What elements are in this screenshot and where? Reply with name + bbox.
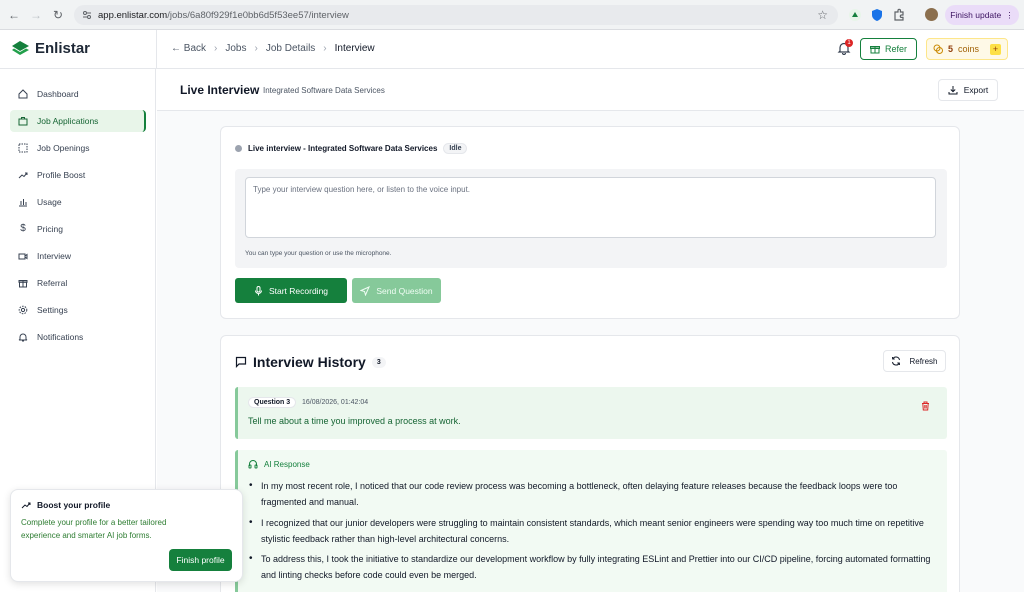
more-vertical-icon: ⋮ [1005, 9, 1014, 20]
boost-text: Complete your profile for a better tailo… [21, 518, 167, 540]
sidebar-item-settings[interactable]: Settings [10, 299, 146, 321]
live-interview-card: Live interview - Integrated Software Dat… [220, 126, 960, 319]
dashed-square-icon [18, 143, 28, 153]
breadcrumb-job-details[interactable]: Job Details [266, 43, 315, 54]
ai-response-entry: AI Response In my most recent role, I no… [235, 450, 947, 592]
interview-history-card: Interview History 3 Refresh Question 3 1… [220, 335, 960, 592]
sidebar-item-referral[interactable]: Referral [10, 272, 146, 294]
sidebar-item-profile-boost[interactable]: Profile Boost [10, 164, 146, 186]
breadcrumb-separator-icon: › [323, 43, 327, 54]
history-title: Interview History 3 [235, 354, 386, 370]
notification-badge: 1 [845, 39, 853, 47]
coins-icon [933, 44, 943, 54]
gift-icon [18, 280, 28, 288]
history-count-badge: 3 [371, 356, 386, 368]
boost-profile-card: Boost your profile Complete your profile… [10, 489, 243, 582]
microphone-icon [254, 285, 262, 295]
breadcrumb-separator-icon: › [254, 43, 258, 54]
extensions-puzzle-icon[interactable] [892, 8, 906, 22]
breadcrumb-jobs[interactable]: Jobs [225, 43, 246, 54]
refer-button[interactable]: Refer [860, 38, 917, 60]
question-input-panel: You can type your question or use the mi… [235, 169, 947, 268]
download-icon [948, 86, 958, 95]
sidebar-item-dashboard[interactable]: Dashboard [10, 83, 146, 105]
question-badge: Question 3 [248, 397, 297, 408]
dollar-icon: $ [20, 223, 26, 234]
trending-up-icon [18, 172, 28, 179]
breadcrumb-current: Interview [334, 43, 375, 54]
url-host: app.enlistar.com [98, 9, 168, 21]
input-hint: You can type your question or use the mi… [245, 250, 392, 257]
reload-icon[interactable]: ↻ [47, 4, 69, 26]
browser-toolbar: ← → ↻ app.enlistar.com/jobs/6a80f929f1e0… [0, 0, 1024, 30]
breadcrumb-back[interactable]: ← Back [171, 43, 206, 54]
question-timestamp: 16/08/2026, 01:42:04 [302, 399, 369, 406]
profile-avatar[interactable] [925, 8, 938, 21]
breadcrumb: ← Back › Jobs › Job Details › Interview [171, 43, 375, 54]
sidebar-item-job-openings[interactable]: Job Openings [10, 137, 146, 159]
list-item: I recognized that our junior developers … [248, 515, 938, 547]
sidebar-item-usage[interactable]: Usage [10, 191, 146, 213]
question-text: Tell me about a time you improved a proc… [248, 416, 461, 426]
send-icon [360, 285, 371, 296]
header-divider [156, 30, 157, 69]
sidebar-item-interview[interactable]: Interview [10, 245, 146, 267]
refresh-button[interactable]: Refresh [883, 350, 946, 372]
briefcase-icon [18, 117, 28, 126]
shield-extension-icon[interactable] [870, 8, 884, 22]
coins-balance[interactable]: 5 coins + [926, 38, 1008, 60]
breadcrumb-separator-icon: › [214, 43, 218, 54]
bar-chart-icon [19, 199, 27, 207]
boost-title: Boost your profile [21, 500, 232, 510]
add-coins-icon[interactable]: + [990, 43, 1001, 55]
status-badge: Idle [443, 143, 468, 154]
ai-response-list: In my most recent role, I noticed that o… [248, 478, 938, 588]
logo[interactable]: Enlistar [11, 40, 90, 57]
session-title: Live interview - Integrated Software Dat… [248, 144, 438, 153]
logo-icon [12, 41, 29, 55]
send-question-button[interactable]: Send Question [352, 278, 441, 303]
main-content: Live Interview Integrated Software Data … [157, 69, 1024, 592]
finish-profile-button[interactable]: Finish profile [169, 549, 232, 571]
page-subtitle: Integrated Software Data Services [263, 86, 385, 95]
coins-count: 5 [948, 44, 954, 54]
question-entry: Question 3 16/08/2026, 01:42:04 Tell me … [235, 387, 947, 439]
logo-text: Enlistar [35, 40, 91, 57]
headphones-icon [248, 460, 258, 469]
sidebar-item-job-applications[interactable]: Job Applications [10, 110, 146, 132]
message-square-icon [235, 356, 247, 368]
coins-label: coins [958, 44, 980, 54]
list-item: In my most recent role, I noticed that o… [248, 478, 938, 510]
session-status: Live interview - Integrated Software Dat… [235, 143, 468, 154]
question-input[interactable] [245, 177, 936, 238]
trending-up-icon [21, 502, 31, 509]
extension-green-icon[interactable] [848, 8, 862, 22]
trash-icon[interactable] [921, 401, 930, 411]
page-header: Live Interview Integrated Software Data … [157, 69, 1024, 111]
address-bar[interactable]: app.enlistar.com/jobs/6a80f929f1e0bb6d5f… [74, 5, 838, 25]
home-icon [18, 89, 28, 99]
back-arrow-icon[interactable]: ← [3, 4, 25, 26]
status-dot [235, 145, 242, 152]
sidebar-item-pricing[interactable]: $ Pricing [10, 218, 146, 240]
gift-icon [869, 46, 880, 54]
start-recording-button[interactable]: Start Recording [235, 278, 347, 303]
site-info-icon[interactable] [82, 10, 92, 20]
bell-icon [18, 333, 28, 342]
forward-arrow-icon[interactable]: → [25, 4, 47, 26]
gear-icon [18, 305, 28, 315]
video-icon [18, 253, 28, 260]
export-button[interactable]: Export [938, 79, 998, 101]
app-header: Enlistar ← Back › Jobs › Job Details › I… [0, 30, 1024, 69]
sidebar-item-notifications[interactable]: Notifications [10, 326, 146, 348]
list-item: To address this, I took the initiative t… [248, 551, 938, 583]
refresh-icon [892, 356, 901, 366]
page-title: Live Interview [180, 83, 260, 97]
ai-response-label: AI Response [248, 459, 310, 469]
bookmark-star-icon[interactable]: ☆ [817, 8, 828, 22]
finish-update-button[interactable]: Finish update ⋮ [945, 5, 1019, 25]
url-path: /jobs/6a80f929f1e0bb6d5f53ee57/interview [167, 9, 349, 21]
